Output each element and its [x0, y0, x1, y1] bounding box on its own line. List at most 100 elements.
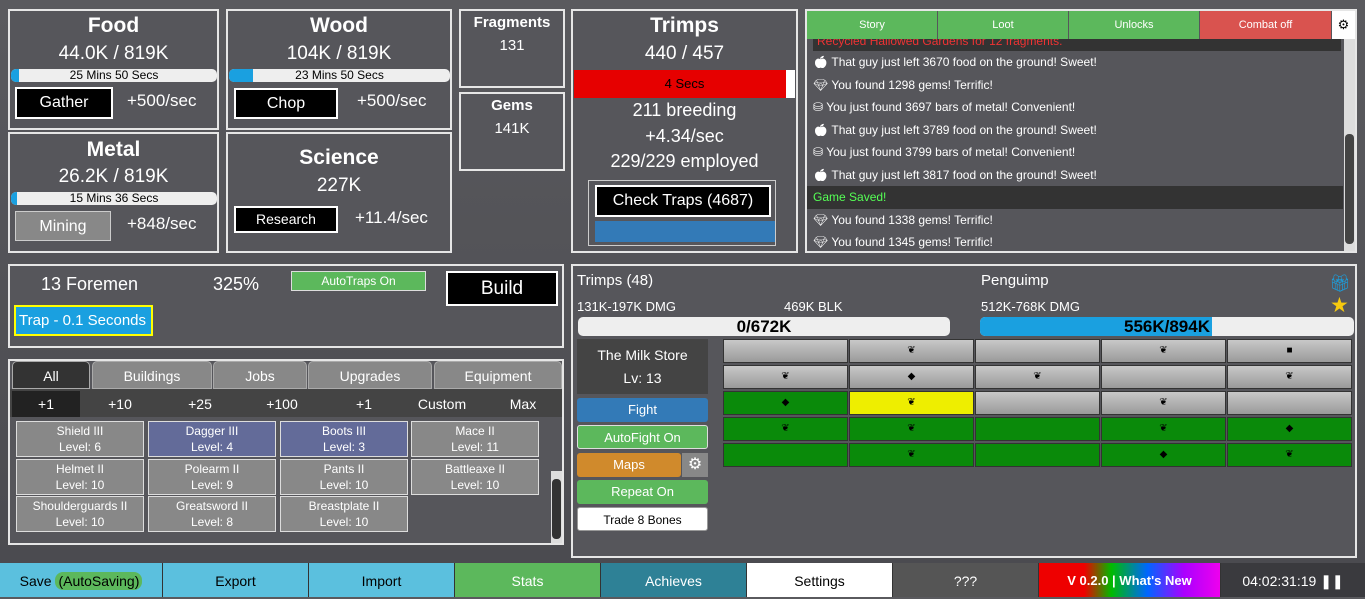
shoulderguards-item[interactable]: Shoulderguards II Level: 10 [16, 496, 144, 532]
save-button[interactable]: Save (AutoSaving) [0, 563, 163, 597]
amount-plus-100[interactable]: +100 [244, 391, 320, 417]
leaf-icon: ❦ [1285, 449, 1294, 460]
game-clock: 04:02:31:19 ❚❚ [1221, 563, 1365, 597]
employed-count: 229/229 employed [610, 151, 759, 171]
enemy-health-text: 556K/894K [1123, 317, 1210, 336]
unknown-button[interactable]: ??? [893, 563, 1039, 597]
star-icon[interactable]: ★ [1330, 293, 1349, 318]
grid-cell: ◆ [1227, 417, 1352, 441]
stats-button[interactable]: Stats [455, 563, 601, 597]
build-percent: 325% [213, 274, 260, 294]
chop-button[interactable]: Chop [234, 88, 338, 119]
log-scrollbar-thumb[interactable] [1345, 134, 1354, 244]
export-button[interactable]: Export [163, 563, 309, 597]
boots-item[interactable]: Boots III Level: 3 [280, 421, 408, 457]
breastplate-item[interactable]: Breastplate II Level: 10 [280, 496, 408, 532]
item-level: Level: 10 [450, 478, 500, 492]
wood-amount: 104K / 819K [286, 43, 392, 64]
item-name: Greatsword II [175, 499, 249, 513]
log-scrollbar[interactable] [1344, 39, 1355, 251]
amount-max[interactable]: Max [484, 391, 562, 417]
log-line: 💎︎ You found 1338 gems! Terrific! [807, 209, 1345, 232]
amount-plus-25[interactable]: +25 [162, 391, 238, 417]
tab-buildings[interactable]: Buildings [92, 361, 212, 389]
log-tab-unlocks[interactable]: Unlocks [1069, 11, 1199, 39]
leaf-icon: ❦ [1033, 371, 1042, 382]
dagger-item[interactable]: Dagger III Level: 4 [148, 421, 276, 457]
version-button[interactable]: V 0.2.0 | What's New [1039, 563, 1221, 597]
shop-panel: All Buildings Jobs Upgrades Equipment +1… [8, 359, 564, 545]
trimps-panel: Trimps 440 / 457 4 Secs 211 breeding +4.… [571, 9, 798, 253]
autofight-button[interactable]: AutoFight On [577, 425, 708, 449]
map-settings-gear-icon[interactable]: ⚙ [682, 453, 708, 477]
tab-jobs[interactable]: Jobs [213, 361, 307, 389]
science-title: Science [299, 146, 379, 169]
map-name: The Milk Store [597, 347, 688, 363]
pants-item[interactable]: Pants II Level: 10 [280, 459, 408, 495]
food-panel: Food 44.0K / 819K 25 Mins 50 Secs Gather… [8, 9, 219, 130]
shield-item[interactable]: Shield III Level: 6 [16, 421, 144, 457]
amount-plus-1[interactable]: +1 [12, 391, 80, 417]
item-name: Polearm II [184, 462, 240, 476]
log-text: That guy just left 3789 food on the grou… [831, 122, 1097, 137]
tab-all[interactable]: All [12, 361, 90, 389]
import-button[interactable]: Import [309, 563, 455, 597]
build-button[interactable]: Build [446, 271, 558, 306]
polearm-item[interactable]: Polearm II Level: 9 [148, 459, 276, 495]
amount-custom[interactable]: Custom [406, 391, 478, 417]
grid-cell [975, 443, 1100, 467]
greatsword-item[interactable]: Greatsword II Level: 8 [148, 496, 276, 532]
pause-icon[interactable]: ❚❚ [1320, 573, 1343, 589]
build-queue-trap[interactable]: Trap - 0.1 Seconds [14, 305, 153, 336]
settings-button[interactable]: Settings [747, 563, 893, 597]
log-line: ⛁ You just found 3697 bars of metal! Con… [807, 96, 1345, 119]
fragments-amount: 131 [499, 37, 525, 54]
grid-cell: ❦ [1101, 391, 1226, 415]
metal-icon: ⛁ [813, 145, 824, 159]
trimps-health-text: 0/672K [736, 317, 792, 336]
amount-plus-1-alt[interactable]: +1 [326, 391, 402, 417]
maps-button[interactable]: Maps [577, 453, 681, 477]
tab-equipment[interactable]: Equipment [434, 361, 562, 389]
log-tab-combat[interactable]: Combat off [1200, 11, 1331, 39]
achieves-button[interactable]: Achieves [601, 563, 747, 597]
gems-panel: Gems 141K [459, 92, 565, 171]
gems-amount: 141K [494, 120, 530, 137]
grid-cell [723, 443, 848, 467]
science-rate: +11.4/sec [355, 208, 428, 227]
mace-item[interactable]: Mace II Level: 11 [411, 421, 539, 457]
gather-button[interactable]: Gather [15, 87, 113, 119]
repeat-button[interactable]: Repeat On [577, 480, 708, 504]
fight-button[interactable]: Fight [577, 398, 708, 422]
trade-bones-button[interactable]: Trade 8 Bones [577, 507, 708, 531]
shop-scrollbar-thumb[interactable] [552, 479, 561, 539]
tab-upgrades[interactable]: Upgrades [308, 361, 432, 389]
leaf-icon: ❦ [1159, 423, 1168, 434]
leaf-icon: ❦ [1159, 397, 1168, 408]
shop-scrollbar[interactable] [551, 471, 562, 543]
log-tab-story[interactable]: Story [807, 11, 937, 39]
map-level: Lv: 13 [623, 370, 662, 386]
research-button[interactable]: Research [234, 206, 338, 233]
gift-icon[interactable]: 🎁︎ [1329, 274, 1351, 294]
grid-cell: ❦ [849, 391, 974, 415]
helmet-item[interactable]: Helmet II Level: 10 [16, 459, 144, 495]
gem-icon: 💎︎ [813, 212, 829, 227]
battleaxe-item[interactable]: Battleaxe II Level: 10 [411, 459, 539, 495]
item-level: Level: 10 [319, 478, 369, 492]
metal-rate: +848/sec [127, 214, 197, 233]
check-traps-button[interactable]: Check Traps (4687) [595, 185, 771, 217]
gear-icon[interactable]: ⚙ [1332, 11, 1355, 39]
grid-cell [1101, 365, 1226, 389]
log-tab-loot[interactable]: Loot [938, 11, 1068, 39]
mining-button[interactable]: Mining [15, 211, 111, 241]
item-level: Level: 8 [190, 515, 234, 529]
autotraps-button[interactable]: AutoTraps On [291, 271, 426, 291]
amount-plus-10[interactable]: +10 [84, 391, 156, 417]
log-panel: Story Loot Unlocks Combat off ⚙ Recycled… [805, 9, 1357, 253]
item-level: Level: 6 [58, 440, 102, 454]
wood-progress-bar: 23 Mins 50 Secs [229, 69, 450, 82]
gem-icon: ◆ [907, 371, 916, 382]
item-level: Level: 4 [190, 440, 234, 454]
gems-title: Gems [491, 97, 533, 114]
